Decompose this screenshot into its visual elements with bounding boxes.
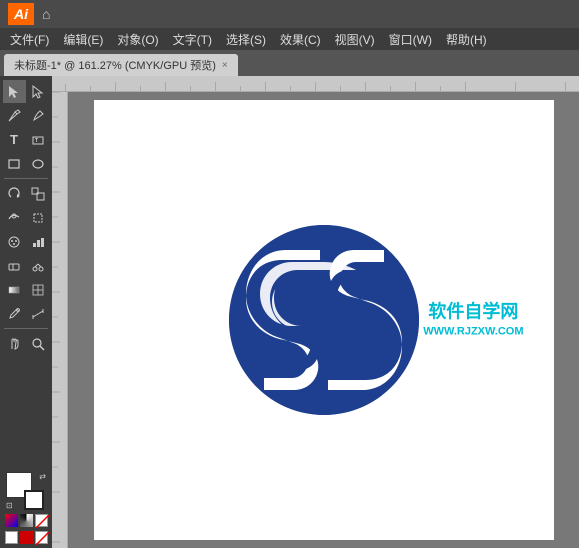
symbol-tool[interactable] — [3, 230, 26, 253]
red-swatch[interactable] — [20, 531, 33, 544]
china-mobile-logo — [224, 220, 424, 420]
column-graph-tool[interactable] — [27, 230, 50, 253]
watermark: 软件自学网 WWW.RJZXW.COM — [423, 300, 523, 341]
tool-group-select — [3, 80, 50, 103]
hand-tool[interactable] — [3, 332, 26, 355]
toolbar: T T — [0, 76, 52, 548]
color-icon[interactable] — [5, 514, 18, 527]
menu-edit[interactable]: 编辑(E) — [57, 29, 109, 50]
ruler-horizontal — [52, 76, 579, 92]
scale-tool[interactable] — [27, 182, 50, 205]
tab-close-button[interactable]: × — [222, 60, 228, 71]
stroke-color-box[interactable] — [24, 490, 44, 510]
direct-selection-tool[interactable] — [27, 80, 50, 103]
ruler-vertical — [52, 92, 68, 548]
pen-tool[interactable] — [3, 104, 26, 127]
menu-bar: 文件(F) 编辑(E) 对象(O) 文字(T) 选择(S) 效果(C) 视图(V… — [0, 28, 579, 50]
menu-object[interactable]: 对象(O) — [111, 29, 164, 50]
tool-group-eyedrop — [3, 302, 50, 325]
type-tool[interactable]: T — [3, 128, 26, 151]
title-bar: Ai ⌂ — [0, 0, 579, 28]
measure-tool[interactable] — [27, 302, 50, 325]
gradient-icon[interactable] — [20, 514, 33, 527]
tool-group-gradient — [3, 278, 50, 301]
none-icon[interactable] — [35, 514, 48, 527]
main-layout: T T — [0, 76, 579, 548]
canvas-paper: 软件自学网 WWW.RJZXW.COM — [94, 100, 554, 540]
menu-view[interactable]: 视图(V) — [329, 29, 381, 50]
none-swatch[interactable] — [35, 531, 48, 544]
scissors-tool[interactable] — [27, 254, 50, 277]
canvas-area[interactable]: 软件自学网 WWW.RJZXW.COM — [52, 76, 579, 548]
pencil-tool[interactable] — [27, 104, 50, 127]
selection-tool[interactable] — [3, 80, 26, 103]
menu-window[interactable]: 窗口(W) — [383, 29, 438, 50]
tool-divider-2 — [4, 328, 48, 329]
menu-file[interactable]: 文件(F) — [4, 29, 55, 50]
tab-label: 未标题-1* @ 161.27% (CMYK/GPU 预览) — [14, 57, 216, 73]
tool-group-pen — [3, 104, 50, 127]
eraser-tool[interactable] — [3, 254, 26, 277]
eyedropper-tool[interactable] — [3, 302, 26, 325]
tool-group-nav — [3, 332, 50, 355]
tool-group-erase — [3, 254, 50, 277]
warp-tool[interactable] — [3, 206, 26, 229]
tool-group-symbol — [3, 230, 50, 253]
free-transform-tool[interactable] — [27, 206, 50, 229]
rectangle-tool[interactable] — [3, 152, 26, 175]
watermark-url: WWW.RJZXW.COM — [423, 325, 523, 340]
tool-group-type: T T — [3, 128, 50, 151]
menu-help[interactable]: 帮助(H) — [440, 29, 493, 50]
swap-colors-button[interactable]: ⇄ — [39, 472, 46, 481]
menu-type[interactable]: 文字(T) — [167, 29, 218, 50]
home-icon[interactable]: ⌂ — [42, 6, 50, 22]
tool-divider-1 — [4, 178, 48, 179]
menu-effect[interactable]: 效果(C) — [274, 29, 327, 50]
area-type-tool[interactable]: T — [27, 128, 50, 151]
color-area: ⇄ ⊡ — [1, 468, 52, 548]
white-swatch[interactable] — [5, 531, 18, 544]
tool-group-transform — [3, 182, 50, 205]
app-logo: Ai — [8, 3, 34, 25]
menu-select[interactable]: 选择(S) — [220, 29, 272, 50]
tool-group-warp — [3, 206, 50, 229]
tool-group-shape — [3, 152, 50, 175]
zoom-tool[interactable] — [27, 332, 50, 355]
reset-colors-button[interactable]: ⊡ — [6, 501, 13, 510]
mesh-tool[interactable] — [27, 278, 50, 301]
gradient-tool[interactable] — [3, 278, 26, 301]
document-tab[interactable]: 未标题-1* @ 161.27% (CMYK/GPU 预览) × — [4, 54, 238, 76]
ellipse-tool[interactable] — [27, 152, 50, 175]
rotate-tool[interactable] — [3, 182, 26, 205]
svg-text:T: T — [35, 138, 38, 144]
tab-bar: 未标题-1* @ 161.27% (CMYK/GPU 预览) × — [0, 50, 579, 76]
watermark-cn-text: 软件自学网 — [423, 300, 523, 325]
